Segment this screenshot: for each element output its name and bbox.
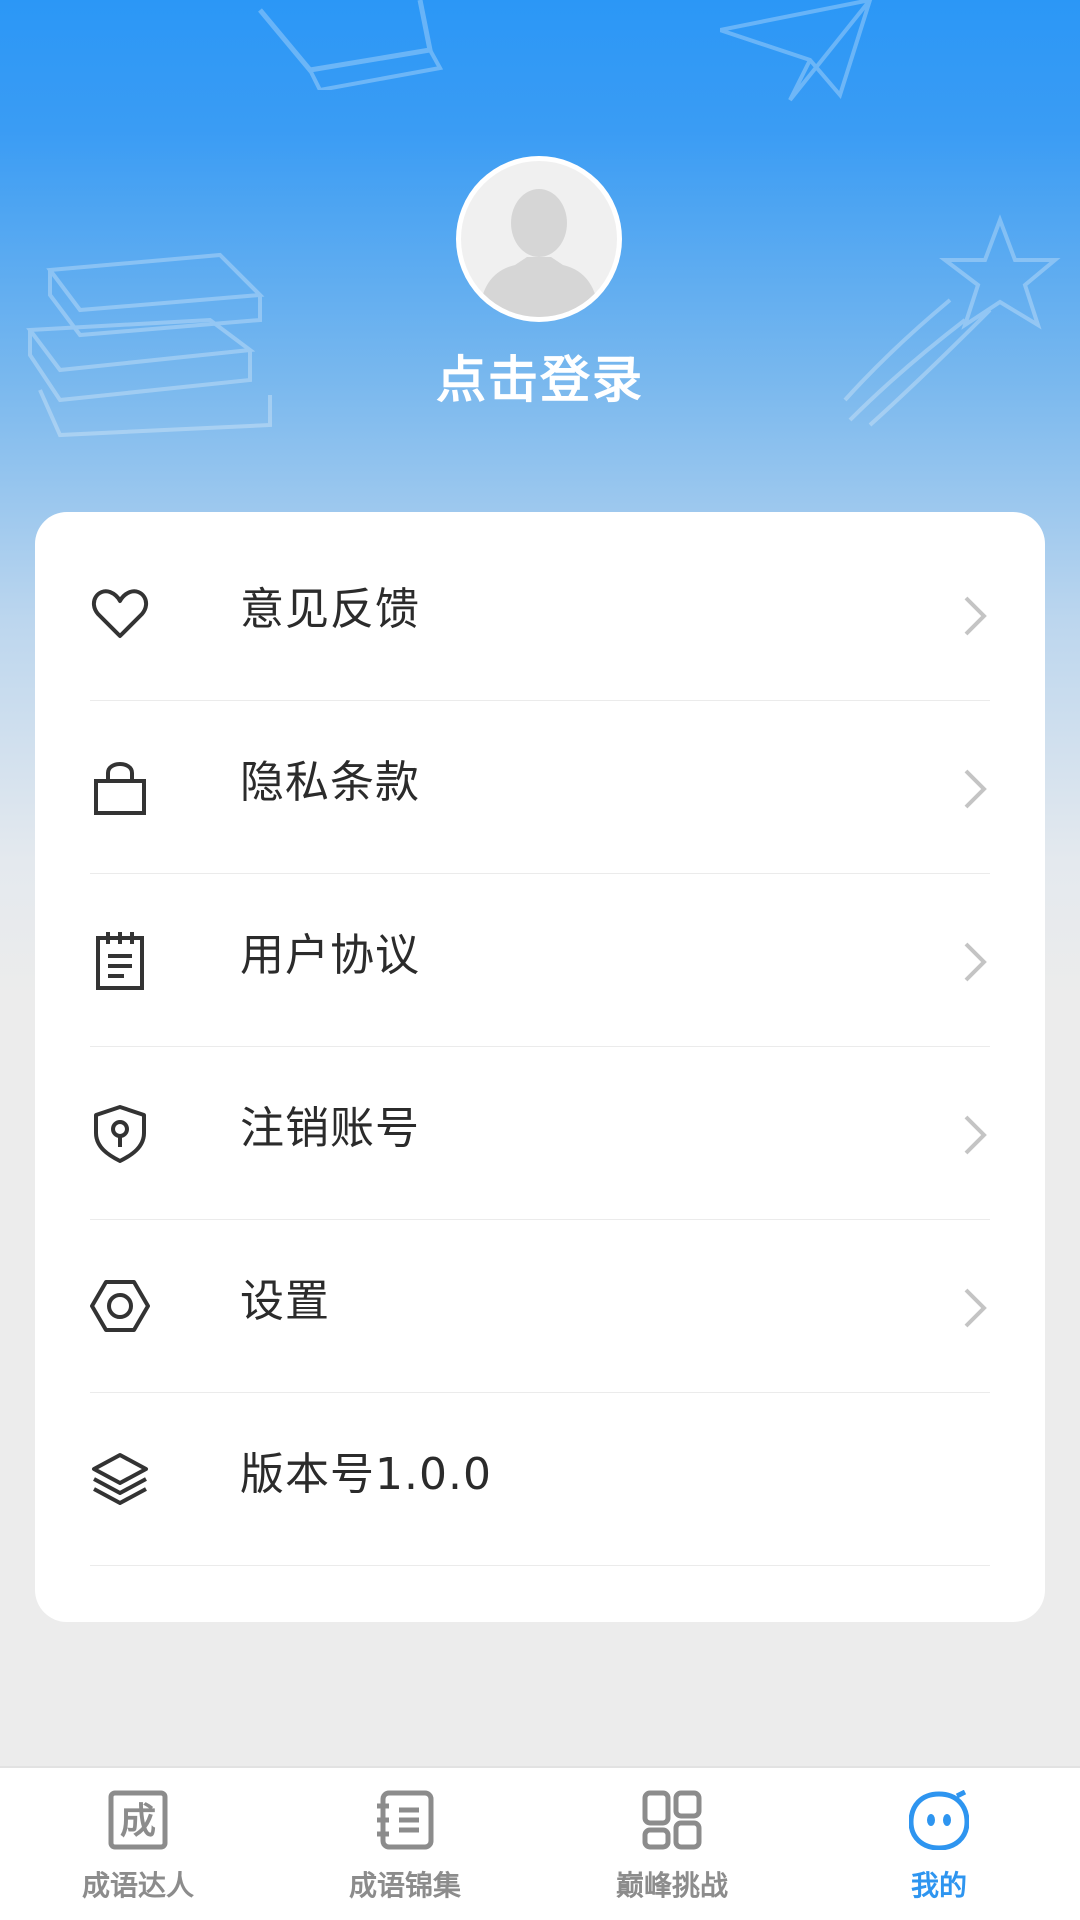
menu-item-feedback[interactable]: 意见反馈: [90, 528, 990, 701]
hexagon-gear-icon: [90, 1280, 150, 1332]
tab-label: 我的: [910, 1869, 967, 1902]
menu-label-settings: 设置: [240, 1276, 330, 1327]
notepad-icon: [96, 932, 144, 990]
chevron-right-icon: [964, 769, 987, 809]
menu-item-agreement[interactable]: 用户协议: [90, 874, 990, 1047]
tab-mine[interactable]: 我的: [804, 1768, 1074, 1920]
menu-item-settings[interactable]: 设置: [90, 1220, 990, 1393]
tab-idiom-collection[interactable]: 成语锦集: [270, 1768, 540, 1920]
menu-item-privacy[interactable]: 隐私条款: [90, 701, 990, 874]
cheng-box-icon: 成: [108, 1790, 168, 1850]
paper-plane-doodle-icon: [720, 0, 873, 102]
login-button[interactable]: 点击登录: [0, 340, 1080, 412]
heart-icon: [91, 589, 149, 638]
avatar[interactable]: [456, 156, 622, 322]
tab-label: 巅峰挑战: [615, 1869, 728, 1902]
chevron-right-icon: [964, 1288, 987, 1328]
tab-idiom-master[interactable]: 成 成语达人: [3, 1768, 273, 1920]
grid-icon: [642, 1790, 702, 1850]
chevron-right-icon: [964, 942, 987, 982]
tab-label: 成语锦集: [348, 1869, 461, 1902]
tab-label: 成语达人: [81, 1869, 194, 1902]
book-doodle-icon: [258, 0, 444, 90]
menu-label-agreement: 用户协议: [240, 930, 420, 981]
cheng-glyph: 成: [120, 1801, 156, 1842]
menu-label-version: 版本号1.0.0: [240, 1449, 492, 1500]
menu-label-feedback: 意见反馈: [240, 584, 420, 635]
bottom-tab-bar: 成 成语达人 成语锦集 巅峰挑战 我的: [0, 1766, 1080, 1920]
robot-face-icon: [909, 1790, 969, 1850]
chevron-right-icon: [964, 596, 987, 636]
menu-label-privacy: 隐私条款: [240, 757, 420, 808]
chevron-right-icon: [964, 1115, 987, 1155]
layers-icon: [92, 1453, 148, 1505]
shield-lock-icon: [94, 1105, 146, 1163]
default-avatar-icon: [479, 189, 599, 317]
menu-label-deactivate: 注销账号: [240, 1103, 420, 1154]
bag-icon: [94, 762, 146, 815]
tab-peak-challenge[interactable]: 巅峰挑战: [537, 1768, 807, 1920]
menu-item-version: 版本号1.0.0: [90, 1393, 990, 1566]
menu-card: 意见反馈 隐私条款 用户协议 注销账号 设置 版本号1.0.0: [35, 512, 1045, 1622]
menu-item-deactivate[interactable]: 注销账号: [90, 1047, 990, 1220]
notebook-icon: [377, 1790, 434, 1850]
